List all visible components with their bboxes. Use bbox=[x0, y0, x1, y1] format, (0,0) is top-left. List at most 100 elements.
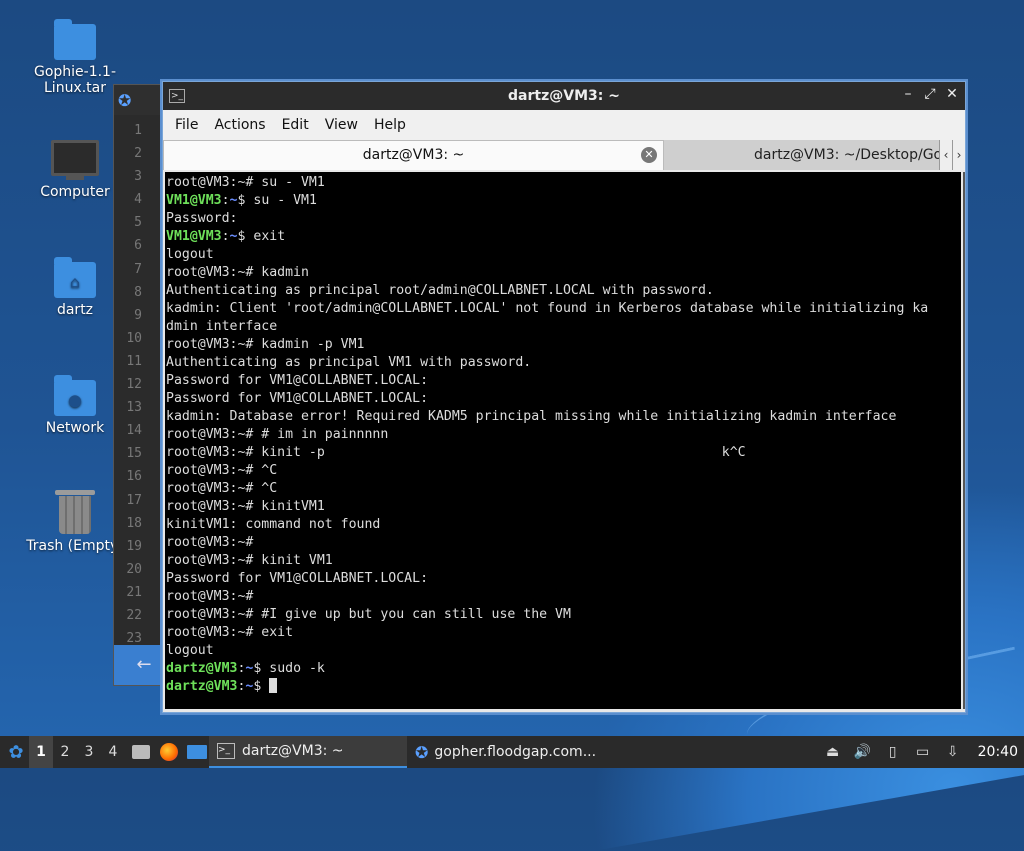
root-prompt: root@VM3:~# bbox=[166, 607, 254, 622]
gopher-icon: ✪ bbox=[118, 90, 132, 110]
eject-icon[interactable]: ⏏ bbox=[822, 741, 844, 763]
taskbar-item-gopher[interactable]: ✪ gopher.floodgap.com... bbox=[407, 736, 604, 768]
volume-icon[interactable]: 🔊 bbox=[852, 741, 874, 763]
prompt-user: VM1@VM3 bbox=[166, 229, 222, 244]
terminal-text: Password: bbox=[166, 211, 238, 226]
prompt-user: dartz@VM3 bbox=[166, 661, 238, 676]
desktop-icon-label: Network bbox=[45, 420, 105, 436]
close-icon[interactable]: ✕ bbox=[945, 86, 959, 102]
terminal-line: root@VM3:~# bbox=[166, 588, 961, 606]
terminal-text: kadmin: Database error! Required KADM5 p… bbox=[166, 409, 897, 424]
terminal-text: logout bbox=[166, 247, 214, 262]
terminal-line: kadmin: Client 'root/admin@COLLABNET.LOC… bbox=[166, 300, 961, 318]
application-menu-icon[interactable]: ✿ bbox=[3, 739, 29, 765]
workspace-3[interactable]: 3 bbox=[77, 744, 101, 760]
line-number: 6 bbox=[134, 238, 142, 254]
taskbar-item-label: gopher.floodgap.com... bbox=[434, 744, 597, 760]
file-manager-launcher-icon[interactable] bbox=[129, 740, 153, 764]
terminal-line: kadmin: Database error! Required KADM5 p… bbox=[166, 408, 961, 426]
terminal-line: root@VM3:~# kinit -p k^C bbox=[166, 444, 961, 462]
menu-help[interactable]: Help bbox=[366, 117, 414, 133]
tab-desktop[interactable]: dartz@VM3: ~/Desktop/Go bbox=[664, 140, 965, 170]
terminal-line: logout bbox=[166, 246, 961, 264]
workspace-4[interactable]: 4 bbox=[101, 744, 125, 760]
root-prompt: root@VM3:~# bbox=[166, 337, 254, 352]
desktop-icon-label: dartz bbox=[56, 302, 94, 318]
line-number: 3 bbox=[134, 169, 142, 185]
editor-line-numbers: 1 2 3 4 5 6 7 8 9 10 11 12 13 14 15 16 17 18 19 20 21 22 23 bbox=[114, 123, 162, 654]
menu-file[interactable]: File bbox=[167, 117, 206, 133]
terminal-line: root@VM3:~# kadmin -p VM1 bbox=[166, 336, 961, 354]
tab-close-icon[interactable]: ✕ bbox=[641, 147, 657, 163]
terminal-output[interactable]: root@VM3:~# su - VM1 VM1@VM3:~$ su - VM1 P… bbox=[165, 172, 961, 709]
clipboard-icon[interactable]: ▯ bbox=[882, 741, 904, 763]
line-number: 4 bbox=[134, 192, 142, 208]
window-titlebar[interactable]: >_ dartz@VM3: ~ – ⤢ ✕ bbox=[163, 82, 965, 110]
desktop-icon-label: Computer bbox=[40, 184, 110, 200]
terminal-icon: >_ bbox=[217, 743, 235, 759]
terminal-text: ^C bbox=[253, 463, 278, 478]
terminal-text: kinitVM1: command not found bbox=[166, 517, 381, 532]
terminal-text: logout bbox=[166, 643, 214, 658]
workspace-2[interactable]: 2 bbox=[53, 744, 77, 760]
terminal-line: root@VM3:~# kadmin bbox=[166, 264, 961, 282]
menu-edit[interactable]: Edit bbox=[274, 117, 317, 133]
minimize-icon[interactable]: – bbox=[901, 86, 915, 102]
root-prompt: root@VM3:~# bbox=[166, 427, 254, 442]
taskbar-item-terminal[interactable]: >_ dartz@VM3: ~ bbox=[209, 736, 407, 768]
terminal-text: dmin interface bbox=[166, 319, 278, 334]
root-prompt: root@VM3:~# bbox=[166, 265, 254, 280]
firefox-icon[interactable] bbox=[157, 740, 181, 764]
terminal-scrollbar[interactable] bbox=[963, 172, 965, 709]
terminal-line: Password: bbox=[166, 210, 961, 228]
terminal-line: dartz@VM3:~$ bbox=[166, 678, 961, 696]
update-notifier-icon[interactable]: ⇩ bbox=[942, 741, 964, 763]
terminal-text: kadmin bbox=[253, 265, 309, 280]
terminal-line: Password for VM1@COLLABNET.LOCAL: bbox=[166, 390, 961, 408]
menu-actions[interactable]: Actions bbox=[206, 117, 273, 133]
line-number: 9 bbox=[134, 307, 142, 323]
terminal-line: root@VM3:~# su - VM1 bbox=[166, 174, 961, 192]
tab-scroll-right-icon[interactable]: › bbox=[952, 140, 965, 170]
terminal-line: Password for VM1@COLLABNET.LOCAL: bbox=[166, 372, 961, 390]
terminal-line: root@VM3:~# #I give up but you can still… bbox=[166, 606, 961, 624]
network-icon[interactable]: ▭ bbox=[912, 741, 934, 763]
prompt-user: dartz@VM3 bbox=[166, 679, 238, 694]
menu-view[interactable]: View bbox=[317, 117, 366, 133]
tab-label: dartz@VM3: ~/Desktop/Go bbox=[754, 147, 943, 163]
line-number: 19 bbox=[126, 538, 142, 554]
root-prompt: root@VM3:~# bbox=[166, 589, 254, 604]
terminal-line: logout bbox=[166, 642, 961, 660]
root-prompt: root@VM3:~# bbox=[166, 175, 254, 190]
root-prompt: root@VM3:~# bbox=[166, 499, 254, 514]
line-number: 13 bbox=[126, 400, 142, 416]
root-prompt: root@VM3:~# bbox=[166, 463, 254, 478]
terminal-text: su - VM1 bbox=[245, 193, 317, 208]
desktop-icon-label: Trash (Empty) bbox=[26, 538, 124, 554]
maximize-icon[interactable]: ⤢ bbox=[923, 86, 937, 102]
terminal-text: kadmin: Client 'root/admin@COLLABNET.LOC… bbox=[166, 301, 929, 316]
tab-scroll-left-icon[interactable]: ‹ bbox=[939, 140, 952, 170]
root-prompt: root@VM3:~# bbox=[166, 553, 254, 568]
terminal-text: Authenticating as principal root/admin@C… bbox=[166, 283, 714, 298]
root-prompt: root@VM3:~# bbox=[166, 481, 254, 496]
text-cursor bbox=[269, 678, 278, 693]
workspace-1[interactable]: 1 bbox=[29, 736, 53, 768]
terminal-text: kinit VM1 bbox=[253, 553, 333, 568]
line-number: 2 bbox=[134, 146, 142, 162]
line-number: 10 bbox=[126, 330, 142, 346]
terminal-text: kinitVM1 bbox=[253, 499, 325, 514]
line-number: 18 bbox=[126, 515, 142, 531]
line-number: 5 bbox=[134, 215, 142, 231]
line-number: 12 bbox=[126, 377, 142, 393]
taskbar: ✿ 1 2 3 4 >_ dartz@VM3: ~ ✪ gopher.flood… bbox=[0, 736, 1024, 768]
terminal-line: root@VM3:~# # im in painnnnn bbox=[166, 426, 961, 444]
show-desktop-icon[interactable] bbox=[185, 740, 209, 764]
terminal-text: Password for VM1@COLLABNET.LOCAL: bbox=[166, 391, 429, 406]
terminal-line: root@VM3:~# exit bbox=[166, 624, 961, 642]
clock[interactable]: 20:40 bbox=[978, 744, 1018, 760]
tab-home[interactable]: dartz@VM3: ~ ✕ bbox=[163, 140, 664, 170]
terminal-text: Authenticating as principal VM1 with pas… bbox=[166, 355, 532, 370]
terminal-text: kinit -p k^C bbox=[253, 445, 746, 460]
terminal-window[interactable]: >_ dartz@VM3: ~ – ⤢ ✕ File Actions Edit … bbox=[162, 81, 966, 713]
